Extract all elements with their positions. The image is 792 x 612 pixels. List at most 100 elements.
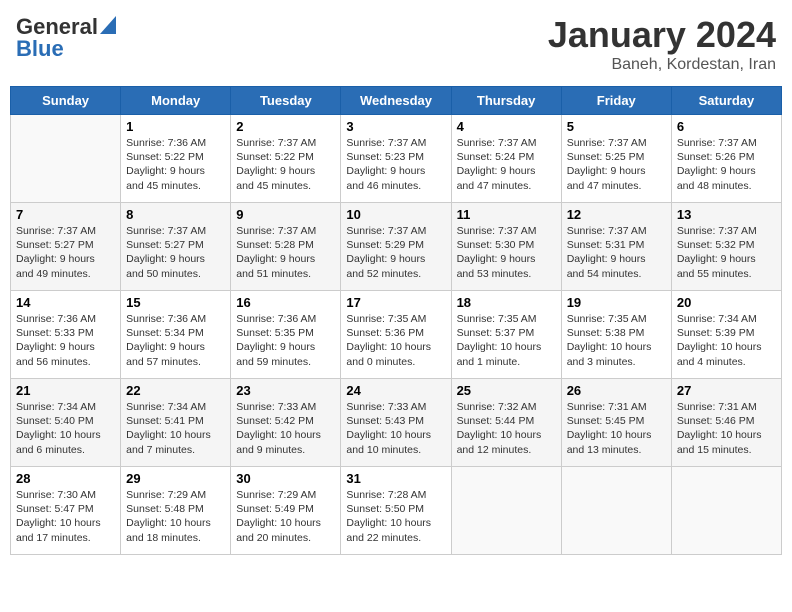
day-detail: Sunrise: 7:33 AMSunset: 5:43 PMDaylight:… — [346, 400, 445, 457]
sunset-text: Sunset: 5:22 PM — [236, 150, 335, 164]
daylight-text: Daylight: 9 hours and 45 minutes. — [126, 164, 225, 192]
sunset-text: Sunset: 5:31 PM — [567, 238, 666, 252]
day-detail: Sunrise: 7:33 AMSunset: 5:42 PMDaylight:… — [236, 400, 335, 457]
calendar-week-row: 14Sunrise: 7:36 AMSunset: 5:33 PMDayligh… — [11, 291, 782, 379]
daylight-text: Daylight: 9 hours and 56 minutes. — [16, 340, 115, 368]
daylight-text: Daylight: 9 hours and 46 minutes. — [346, 164, 445, 192]
sunset-text: Sunset: 5:22 PM — [126, 150, 225, 164]
day-detail: Sunrise: 7:35 AMSunset: 5:38 PMDaylight:… — [567, 312, 666, 369]
day-detail: Sunrise: 7:37 AMSunset: 5:32 PMDaylight:… — [677, 224, 776, 281]
sunset-text: Sunset: 5:38 PM — [567, 326, 666, 340]
sunset-text: Sunset: 5:48 PM — [126, 502, 225, 516]
sunset-text: Sunset: 5:24 PM — [457, 150, 556, 164]
calendar-week-row: 28Sunrise: 7:30 AMSunset: 5:47 PMDayligh… — [11, 467, 782, 555]
daylight-text: Daylight: 10 hours and 1 minute. — [457, 340, 556, 368]
calendar-week-row: 21 Sunrise: 7:34 AMSunset: 5:40 PMDayligh… — [11, 379, 782, 467]
calendar-cell: 14Sunrise: 7:36 AMSunset: 5:33 PMDayligh… — [11, 291, 121, 379]
calendar-cell — [671, 467, 781, 555]
sunrise-text: Sunrise: 7:28 AM — [346, 488, 445, 502]
sunrise-text: Sunrise: 7:37 AM — [126, 224, 225, 238]
daylight-text: Daylight: 10 hours and 17 minutes. — [16, 516, 115, 544]
day-number: 29 — [126, 471, 225, 486]
calendar-header-row: SundayMondayTuesdayWednesdayThursdayFrid… — [11, 87, 782, 115]
sunset-text: Sunset: 5:27 PM — [16, 238, 115, 252]
sunset-text: Sunset: 5:50 PM — [346, 502, 445, 516]
sunset-text: Sunset: 5:47 PM — [16, 502, 115, 516]
daylight-text: Daylight: 9 hours and 53 minutes. — [457, 252, 556, 280]
sunset-text: Sunset: 5:37 PM — [457, 326, 556, 340]
day-detail: Sunrise: 7:34 AMSunset: 5:39 PMDaylight:… — [677, 312, 776, 369]
day-detail: Sunrise: 7:34 AMSunset: 5:40 PMDaylight:… — [16, 400, 115, 457]
daylight-text: Daylight: 10 hours and 0 minutes. — [346, 340, 445, 368]
calendar-week-row: 1Sunrise: 7:36 AMSunset: 5:22 PMDaylight… — [11, 115, 782, 203]
day-detail: Sunrise: 7:35 AMSunset: 5:36 PMDaylight:… — [346, 312, 445, 369]
sunrise-text: Sunrise: 7:36 AM — [126, 136, 225, 150]
day-number: 17 — [346, 295, 445, 310]
sunset-text: Sunset: 5:41 PM — [126, 414, 225, 428]
day-of-week-header: Monday — [121, 87, 231, 115]
calendar-cell — [11, 115, 121, 203]
day-detail: Sunrise: 7:31 AMSunset: 5:45 PMDaylight:… — [567, 400, 666, 457]
sunset-text: Sunset: 5:33 PM — [16, 326, 115, 340]
day-detail: Sunrise: 7:37 AMSunset: 5:27 PMDaylight:… — [16, 224, 115, 281]
day-detail: Sunrise: 7:37 AMSunset: 5:31 PMDaylight:… — [567, 224, 666, 281]
day-detail: Sunrise: 7:36 AMSunset: 5:22 PMDaylight:… — [126, 136, 225, 193]
sunrise-text: Sunrise: 7:35 AM — [346, 312, 445, 326]
sunset-text: Sunset: 5:46 PM — [677, 414, 776, 428]
sunrise-text: Sunrise: 7:35 AM — [457, 312, 556, 326]
day-number: 31 — [346, 471, 445, 486]
daylight-text: Daylight: 10 hours and 4 minutes. — [677, 340, 776, 368]
calendar-cell: 11Sunrise: 7:37 AMSunset: 5:30 PMDayligh… — [451, 203, 561, 291]
daylight-text: Daylight: 10 hours and 6 minutes. — [16, 428, 115, 456]
sunrise-text: Sunrise: 7:35 AM — [567, 312, 666, 326]
day-number: 20 — [677, 295, 776, 310]
calendar-cell: 17 Sunrise: 7:35 AMSunset: 5:36 PMDayligh… — [341, 291, 451, 379]
day-detail: Sunrise: 7:28 AMSunset: 5:50 PMDaylight:… — [346, 488, 445, 545]
sunset-text: Sunset: 5:32 PM — [677, 238, 776, 252]
day-number: 5 — [567, 119, 666, 134]
calendar-cell: 1 Sunrise: 7:36 AMSunset: 5:22 PMDaylight… — [121, 115, 231, 203]
calendar-cell: 23 Sunrise: 7:33 AMSunset: 5:42 PMDayligh… — [231, 379, 341, 467]
day-number: 30 — [236, 471, 335, 486]
day-number: 12 — [567, 207, 666, 222]
sunset-text: Sunset: 5:27 PM — [126, 238, 225, 252]
calendar-cell — [451, 467, 561, 555]
day-number: 2 — [236, 119, 335, 134]
sunrise-text: Sunrise: 7:37 AM — [16, 224, 115, 238]
page-header: General Blue January 2024 Baneh, Kordest… — [10, 10, 782, 78]
day-number: 4 — [457, 119, 556, 134]
day-of-week-header: Sunday — [11, 87, 121, 115]
calendar-cell: 31 Sunrise: 7:28 AMSunset: 5:50 PMDayligh… — [341, 467, 451, 555]
day-number: 19 — [567, 295, 666, 310]
sunrise-text: Sunrise: 7:37 AM — [346, 224, 445, 238]
daylight-text: Daylight: 9 hours and 55 minutes. — [677, 252, 776, 280]
day-number: 3 — [346, 119, 445, 134]
calendar-cell: 26Sunrise: 7:31 AMSunset: 5:45 PMDayligh… — [561, 379, 671, 467]
sunset-text: Sunset: 5:36 PM — [346, 326, 445, 340]
day-number: 1 — [126, 119, 225, 134]
day-number: 23 — [236, 383, 335, 398]
day-number: 21 — [16, 383, 115, 398]
day-detail: Sunrise: 7:37 AMSunset: 5:22 PMDaylight:… — [236, 136, 335, 193]
logo: General Blue — [16, 14, 116, 62]
calendar-table: SundayMondayTuesdayWednesdayThursdayFrid… — [10, 86, 782, 555]
sunset-text: Sunset: 5:28 PM — [236, 238, 335, 252]
sunrise-text: Sunrise: 7:37 AM — [457, 224, 556, 238]
sunrise-text: Sunrise: 7:37 AM — [677, 136, 776, 150]
calendar-cell: 15Sunrise: 7:36 AMSunset: 5:34 PMDayligh… — [121, 291, 231, 379]
calendar-cell: 19 Sunrise: 7:35 AMSunset: 5:38 PMDayligh… — [561, 291, 671, 379]
daylight-text: Daylight: 10 hours and 3 minutes. — [567, 340, 666, 368]
sunset-text: Sunset: 5:39 PM — [677, 326, 776, 340]
sunrise-text: Sunrise: 7:37 AM — [236, 224, 335, 238]
calendar-cell: 13Sunrise: 7:37 AMSunset: 5:32 PMDayligh… — [671, 203, 781, 291]
day-detail: Sunrise: 7:37 AMSunset: 5:27 PMDaylight:… — [126, 224, 225, 281]
daylight-text: Daylight: 10 hours and 15 minutes. — [677, 428, 776, 456]
month-title: January 2024 — [548, 14, 776, 56]
day-detail: Sunrise: 7:37 AMSunset: 5:29 PMDaylight:… — [346, 224, 445, 281]
calendar-cell: 4Sunrise: 7:37 AMSunset: 5:24 PMDaylight… — [451, 115, 561, 203]
daylight-text: Daylight: 10 hours and 18 minutes. — [126, 516, 225, 544]
calendar-cell: 20 Sunrise: 7:34 AMSunset: 5:39 PMDayligh… — [671, 291, 781, 379]
sunrise-text: Sunrise: 7:37 AM — [567, 136, 666, 150]
day-detail: Sunrise: 7:30 AMSunset: 5:47 PMDaylight:… — [16, 488, 115, 545]
sunrise-text: Sunrise: 7:29 AM — [236, 488, 335, 502]
